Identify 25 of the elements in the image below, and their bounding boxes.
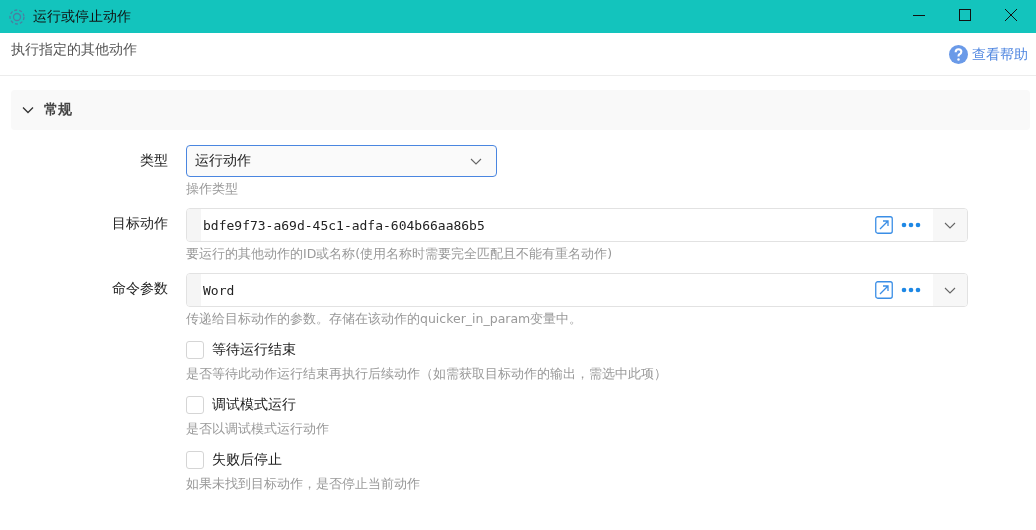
- checkbox-label[interactable]: 失败后停止: [212, 451, 282, 469]
- type-dropdown[interactable]: 运行动作: [186, 145, 497, 177]
- field-label: 命令参数: [111, 279, 168, 298]
- field-hint: 如果未找到目标动作，是否停止当前动作: [186, 476, 421, 493]
- checkbox-label[interactable]: 调试模式运行: [212, 396, 296, 414]
- field-hint: 是否等待此动作运行结束再执行后续动作（如需获取目标动作的输出，需选中此项）: [186, 366, 668, 383]
- checkbox[interactable]: [186, 341, 204, 359]
- field-hint: 要运行的其他动作的ID或名称(使用名称时需要完全匹配且不能有重名动作): [186, 246, 614, 263]
- help-link[interactable]: 查看帮助: [949, 45, 1028, 64]
- caret-icon: [470, 157, 482, 165]
- checkbox-label[interactable]: 等待运行结束: [212, 341, 296, 359]
- chevron-icon: [22, 106, 34, 114]
- action-description: 执行指定的其他动作: [11, 41, 137, 59]
- section-title: 常规: [44, 101, 72, 119]
- checkbox[interactable]: [186, 396, 204, 414]
- field-label: 类型: [139, 151, 168, 170]
- section-header[interactable]: 常规: [11, 90, 1030, 130]
- field-label: 目标动作: [111, 214, 168, 233]
- field-hint: 是否以调试模式运行动作: [186, 421, 330, 438]
- help-icon: [949, 45, 968, 64]
- window-title: 运行或停止动作: [33, 7, 132, 26]
- gear-icon: [7, 6, 27, 27]
- checkbox[interactable]: [186, 451, 204, 469]
- field-hint: 传递给目标动作的参数。存储在该动作的quicker_in_param变量中。: [186, 311, 584, 328]
- field-hint: 操作类型: [186, 181, 239, 198]
